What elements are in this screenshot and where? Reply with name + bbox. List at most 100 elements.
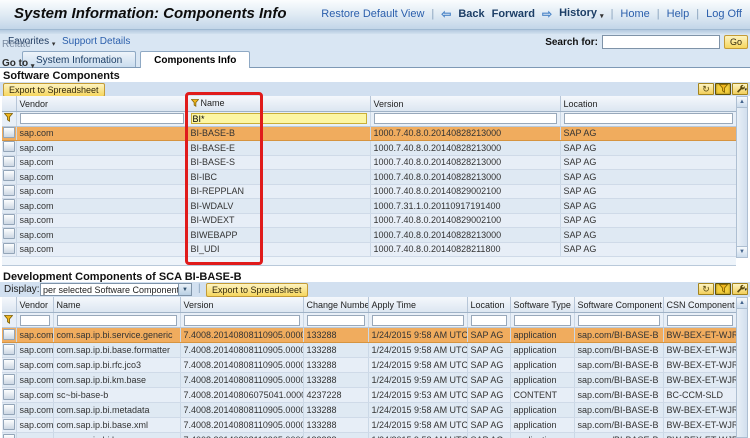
export-to-spreadsheet-button[interactable]: Export to Spreadsheet bbox=[3, 83, 105, 97]
row-select-button[interactable] bbox=[3, 344, 15, 355]
column-header-software-component[interactable]: Software Component bbox=[574, 297, 663, 313]
row-selector-cell[interactable] bbox=[2, 403, 16, 418]
row-selector-cell[interactable] bbox=[2, 388, 16, 403]
software-component-row[interactable]: sap.com BI-BASE-E 1000.7.40.8.0.20140828… bbox=[2, 141, 736, 156]
filter-input-version[interactable] bbox=[374, 113, 557, 124]
software-component-row[interactable]: sap.com BI_UDI 1000.7.40.8.0.20140828211… bbox=[2, 242, 736, 257]
column-header-location[interactable]: Location bbox=[467, 297, 510, 313]
restore-default-view-link[interactable]: Restore Default View bbox=[321, 8, 424, 20]
column-header-name[interactable]: Name bbox=[53, 297, 180, 313]
help-link[interactable]: Help bbox=[667, 8, 690, 20]
goto-menu-fragment[interactable]: Go to ▾ bbox=[2, 58, 34, 70]
column-header-software-type[interactable]: Software Type bbox=[510, 297, 574, 313]
row-select-button[interactable] bbox=[3, 329, 15, 340]
filter-toggle-icon[interactable] bbox=[715, 83, 731, 95]
history-menu[interactable]: History ▾ bbox=[559, 7, 603, 20]
row-select-button[interactable] bbox=[3, 243, 15, 254]
row-select-button[interactable] bbox=[3, 228, 15, 239]
row-selector-cell[interactable] bbox=[2, 199, 16, 214]
go-button[interactable]: Go bbox=[724, 35, 748, 49]
dev-component-row[interactable]: sap.com com.sap.ip.bi.base 7.4008.201408… bbox=[2, 433, 736, 438]
forward-arrow-icon[interactable]: ⇨ bbox=[542, 9, 552, 19]
display-select[interactable]: per selected Software Component ▼ bbox=[40, 283, 192, 296]
dev-component-row[interactable]: sap.com com.sap.ip.bi.km.base 7.4008.201… bbox=[2, 373, 736, 388]
software-component-row[interactable]: sap.com BIWEBAPP 1000.7.40.8.0.201408282… bbox=[2, 228, 736, 243]
row-selector-cell[interactable] bbox=[2, 213, 16, 228]
software-component-row[interactable]: sap.com BI-BASE-B 1000.7.40.8.0.20140828… bbox=[2, 126, 736, 141]
row-select-button[interactable] bbox=[3, 141, 15, 152]
refresh-icon[interactable]: ↻ bbox=[698, 283, 714, 295]
row-selector-cell[interactable] bbox=[2, 155, 16, 170]
row-select-button[interactable] bbox=[3, 199, 15, 210]
column-header-vendor[interactable]: Vendor bbox=[16, 297, 53, 313]
row-select-button[interactable] bbox=[3, 214, 15, 225]
scroll-up-icon[interactable]: ▲ bbox=[737, 97, 747, 108]
column-header-change-number[interactable]: Change Number bbox=[303, 297, 368, 313]
column-header-version[interactable]: Version bbox=[180, 297, 303, 313]
filter-input-location[interactable] bbox=[564, 113, 733, 124]
personalize-icon[interactable]: ▾ bbox=[732, 283, 748, 295]
filter-input-vendor[interactable] bbox=[20, 113, 184, 124]
column-header-apply-time[interactable]: Apply Time bbox=[368, 297, 467, 313]
back-link[interactable]: Back bbox=[458, 8, 484, 20]
row-selector-cell[interactable] bbox=[2, 184, 16, 199]
filter-input-location[interactable] bbox=[471, 315, 507, 326]
row-select-button[interactable] bbox=[3, 170, 15, 181]
row-select-button[interactable] bbox=[3, 404, 15, 415]
column-header-vendor[interactable]: Vendor bbox=[16, 96, 187, 112]
search-input[interactable] bbox=[602, 35, 720, 49]
row-select-button[interactable] bbox=[3, 359, 15, 370]
software-component-row[interactable]: sap.com BI-WDALV 1000.7.31.1.0.201109171… bbox=[2, 199, 736, 214]
table1-scrollbar[interactable]: ▲ ▼ bbox=[736, 96, 748, 258]
row-select-button[interactable] bbox=[3, 127, 15, 138]
table2-scrollbar[interactable]: ▲ bbox=[736, 297, 748, 438]
row-selector-cell[interactable] bbox=[2, 328, 16, 343]
row-selector-cell[interactable] bbox=[2, 358, 16, 373]
tab[interactable]: System Information bbox=[22, 51, 136, 67]
row-select-button[interactable] bbox=[3, 156, 15, 167]
refresh-icon[interactable]: ↻ bbox=[698, 83, 714, 95]
filter-input-apply-time[interactable] bbox=[372, 315, 464, 326]
row-select-button[interactable] bbox=[3, 389, 15, 400]
filter-input-name[interactable] bbox=[57, 315, 177, 326]
row-select-button[interactable] bbox=[3, 434, 15, 438]
filter-input-version[interactable] bbox=[184, 315, 300, 326]
home-link[interactable]: Home bbox=[620, 8, 649, 20]
dev-component-row[interactable]: sap.com com.sap.ip.bi.rfc.jco3 7.4008.20… bbox=[2, 358, 736, 373]
row-selector-cell[interactable] bbox=[2, 141, 16, 156]
tab[interactable]: Components Info bbox=[140, 51, 250, 68]
filter-input-software-type[interactable] bbox=[514, 315, 571, 326]
row-selector-cell[interactable] bbox=[2, 343, 16, 358]
export-to-spreadsheet-button-2[interactable]: Export to Spreadsheet bbox=[206, 283, 308, 297]
row-select-button[interactable] bbox=[3, 374, 15, 385]
row-selector-cell[interactable] bbox=[2, 170, 16, 185]
filter-input-csn-component[interactable] bbox=[667, 315, 733, 326]
support-details-link[interactable]: Support Details bbox=[62, 36, 130, 47]
log-off-link[interactable]: Log Off bbox=[706, 8, 742, 20]
column-header-csn-component[interactable]: CSN Component bbox=[663, 297, 736, 313]
software-component-row[interactable]: sap.com BI-BASE-S 1000.7.40.8.0.20140828… bbox=[2, 155, 736, 170]
filter-input-name[interactable] bbox=[191, 113, 367, 124]
dropdown-arrow-icon[interactable]: ▼ bbox=[178, 284, 191, 295]
column-header-location[interactable]: Location bbox=[560, 96, 736, 112]
filter-input-vendor[interactable] bbox=[20, 315, 50, 326]
scroll-down-icon[interactable]: ▼ bbox=[737, 246, 747, 257]
row-selector-cell[interactable] bbox=[2, 418, 16, 433]
dev-component-row[interactable]: sap.com com.sap.ip.bi.base.xml 7.4008.20… bbox=[2, 418, 736, 433]
dev-component-row[interactable]: sap.com com.sap.ip.bi.base.formatter 7.4… bbox=[2, 343, 736, 358]
filter-toggle-icon[interactable] bbox=[715, 283, 731, 295]
row-select-button[interactable] bbox=[3, 185, 15, 196]
forward-link[interactable]: Forward bbox=[492, 8, 535, 20]
row-selector-cell[interactable] bbox=[2, 242, 16, 257]
software-component-row[interactable]: sap.com BI-REPPLAN 1000.7.40.8.0.2014082… bbox=[2, 184, 736, 199]
row-selector-cell[interactable] bbox=[2, 373, 16, 388]
dev-component-row[interactable]: sap.com sc~bi-base-b 7.4008.201408060750… bbox=[2, 388, 736, 403]
filter-input-change-number[interactable] bbox=[307, 315, 365, 326]
row-select-button[interactable] bbox=[3, 419, 15, 430]
scroll-up-icon[interactable]: ▲ bbox=[737, 298, 747, 309]
filter-input-software-component[interactable] bbox=[578, 315, 660, 326]
row-selector-cell[interactable] bbox=[2, 433, 16, 438]
software-component-row[interactable]: sap.com BI-WDEXT 1000.7.40.8.0.201408290… bbox=[2, 213, 736, 228]
column-header-name[interactable]: Name bbox=[187, 96, 370, 112]
row-selector-cell[interactable] bbox=[2, 126, 16, 141]
